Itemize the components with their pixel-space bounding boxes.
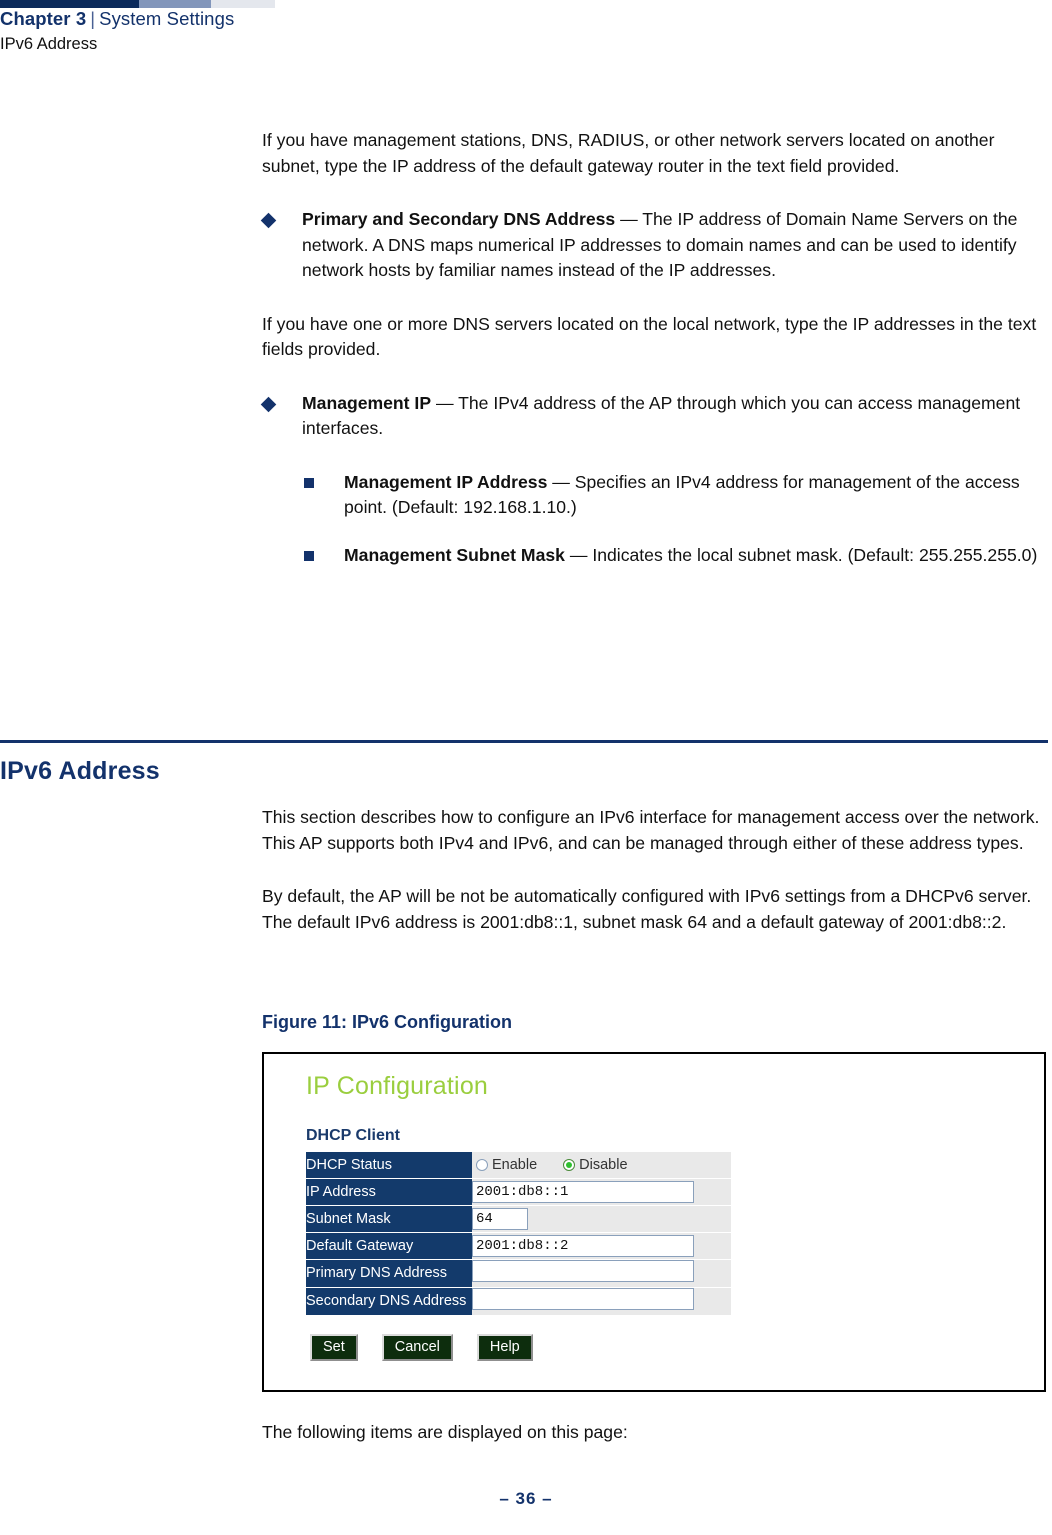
- radio-option-enable[interactable]: Enable: [476, 1157, 537, 1173]
- radio-enable-icon[interactable]: [476, 1159, 488, 1171]
- sub-bullet-management-subnet-mask: Management Subnet Mask — Indicates the l…: [262, 543, 1048, 569]
- bullet-dns-text-block: Primary and Secondary DNS Address — The …: [302, 207, 1048, 284]
- page-footer: – 36 –: [0, 1489, 1052, 1509]
- upper-content-column: If you have management stations, DNS, RA…: [260, 128, 1048, 569]
- section-divider-rule: [0, 740, 1048, 743]
- help-button[interactable]: Help: [476, 1334, 533, 1361]
- row-value-ip-address: 2001:db8::1: [472, 1178, 731, 1206]
- section-heading-ipv6-address: IPv6 Address: [0, 757, 160, 785]
- header-section: System Settings: [99, 8, 235, 29]
- header-title-line: Chapter 3 | System Settings: [0, 8, 560, 30]
- radio-disable-icon-selected[interactable]: [563, 1159, 576, 1171]
- row-label-subnet-mask: Subnet Mask: [306, 1205, 472, 1233]
- bullet-mgmt-lead: Management IP: [302, 392, 432, 413]
- header-accent-bar: [0, 0, 275, 8]
- cancel-button[interactable]: Cancel: [381, 1334, 453, 1361]
- header-subtitle: IPv6 Address: [0, 35, 98, 53]
- header-separator: |: [90, 8, 96, 29]
- primary-dns-input[interactable]: [472, 1260, 694, 1282]
- square-bullet-icon: [304, 550, 314, 561]
- row-value-primary-dns: [472, 1259, 731, 1288]
- row-label-primary-dns: Primary DNS Address: [306, 1259, 472, 1288]
- sub-bullet-management-ip-address: Management IP Address — Specifies an IPv…: [262, 470, 1048, 521]
- embedded-web-ui: IP Configuration DHCP Client DHCP Status…: [264, 1054, 1044, 1361]
- table-row: Primary DNS Address: [306, 1259, 731, 1288]
- closing-line-block: The following items are displayed on thi…: [262, 1420, 1048, 1446]
- square-bullet-icon: [304, 477, 314, 488]
- ui-group-label-dhcp-client: DHCP Client: [306, 1127, 400, 1144]
- row-value-default-gateway: 2001:db8::2: [472, 1232, 731, 1260]
- table-row: DHCP Status Enable Disable: [306, 1152, 731, 1179]
- figure-caption: Figure 11: IPv6 Configuration: [262, 1012, 513, 1032]
- row-label-default-gateway: Default Gateway: [306, 1232, 472, 1260]
- radio-disable-label: Disable: [579, 1157, 628, 1173]
- running-header: Chapter 3 | System Settings IPv6 Address: [0, 8, 560, 54]
- table-row: Default Gateway 2001:db8::2: [306, 1232, 731, 1260]
- row-value-subnet-mask: 64: [472, 1205, 731, 1233]
- section-content-column: This section describes how to configure …: [262, 805, 1048, 935]
- sub-mgmt-mask-body: — Indicates the local subnet mask. (Defa…: [564, 544, 1038, 565]
- row-label-secondary-dns: Secondary DNS Address: [306, 1287, 472, 1316]
- sub-mgmt-ip-text-block: Management IP Address — Specifies an IPv…: [344, 470, 1048, 521]
- paragraph-ipv6-intro: This section describes how to configure …: [262, 807, 1040, 853]
- bullet-dns-address: Primary and Secondary DNS Address — The …: [260, 207, 1048, 284]
- header-chapter: Chapter 3: [0, 8, 87, 29]
- bullet-dns-lead: Primary and Secondary DNS Address: [302, 209, 616, 229]
- paragraph-gateway: If you have management stations, DNS, RA…: [262, 130, 995, 176]
- ip-address-input[interactable]: 2001:db8::1: [472, 1181, 694, 1203]
- set-button[interactable]: Set: [310, 1334, 358, 1361]
- figure-ipv6-configuration: IP Configuration DHCP Client DHCP Status…: [262, 1052, 1046, 1392]
- accent-segment-light: [211, 0, 275, 8]
- figure-caption-block: Figure 11: IPv6 Configuration: [262, 1012, 1048, 1033]
- table-row: Secondary DNS Address: [306, 1287, 731, 1316]
- diamond-bullet-icon: [260, 212, 277, 229]
- accent-segment-dark: [0, 0, 139, 8]
- page-number: – 36 –: [499, 1489, 553, 1508]
- paragraph-dns: If you have one or more DNS servers loca…: [262, 313, 1037, 360]
- paragraph-ipv6-defaults: By default, the AP will be not be automa…: [262, 886, 1032, 932]
- sub-mgmt-mask-lead: Management Subnet Mask: [344, 544, 565, 565]
- sub-mgmt-mask-text-block: Management Subnet Mask — Indicates the l…: [344, 543, 1048, 569]
- row-value-dhcp-status: Enable Disable: [472, 1152, 731, 1179]
- paragraph-closing: The following items are displayed on thi…: [262, 1422, 628, 1442]
- radio-option-disable[interactable]: Disable: [563, 1157, 628, 1173]
- row-label-dhcp-status: DHCP Status: [306, 1152, 472, 1179]
- default-gateway-input[interactable]: 2001:db8::2: [472, 1235, 694, 1257]
- dhcp-status-radio-group[interactable]: Enable Disable: [472, 1157, 731, 1173]
- ui-page-title: IP Configuration: [306, 1072, 489, 1100]
- table-row: Subnet Mask 64: [306, 1205, 731, 1233]
- bullet-mgmt-text-block: Management IP — The IPv4 address of the …: [302, 391, 1048, 442]
- bullet-management-ip: Management IP — The IPv4 address of the …: [260, 391, 1048, 442]
- row-value-secondary-dns: [472, 1287, 731, 1316]
- sub-mgmt-ip-lead: Management IP Address: [344, 471, 548, 492]
- diamond-bullet-icon: [260, 396, 277, 412]
- radio-enable-label: Enable: [492, 1157, 538, 1173]
- table-row: IP Address 2001:db8::1: [306, 1178, 731, 1206]
- ui-button-row: Set Cancel Help: [306, 1334, 1044, 1361]
- row-label-ip-address: IP Address: [306, 1178, 472, 1206]
- ui-settings-table: DHCP Status Enable Disable IP Address 20…: [306, 1152, 731, 1316]
- secondary-dns-input[interactable]: [472, 1288, 694, 1310]
- accent-segment-mid: [139, 0, 211, 8]
- subnet-mask-input[interactable]: 64: [472, 1208, 528, 1230]
